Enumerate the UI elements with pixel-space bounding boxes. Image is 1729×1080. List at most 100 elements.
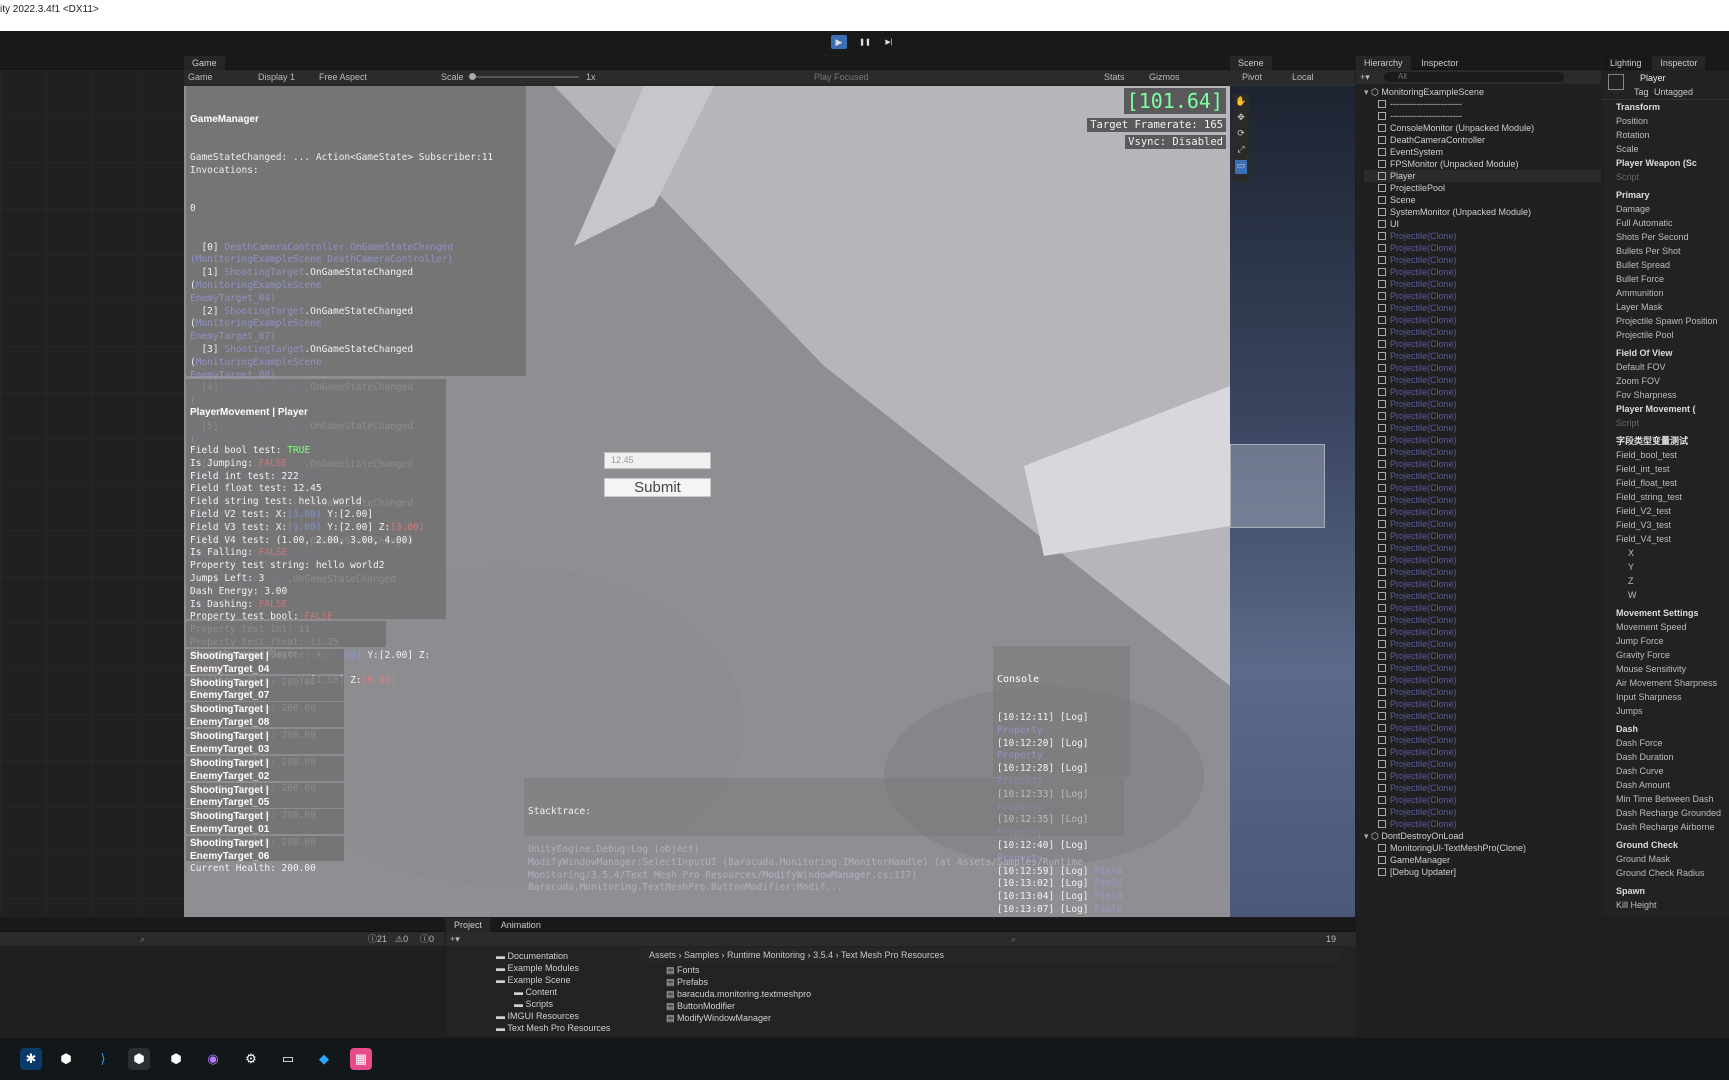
hierarchy-item-clone[interactable]: Projectile(Clone) [1364,410,1601,422]
project-folder[interactable]: ▬ Content [496,986,646,998]
hierarchy-item-clone[interactable]: Projectile(Clone) [1364,614,1601,626]
hierarchy-item-clone[interactable]: Projectile(Clone) [1364,506,1601,518]
hierarchy-item-clone[interactable]: Projectile(Clone) [1364,782,1601,794]
create-icon[interactable]: +▾ [450,932,460,946]
hierarchy-item-clone[interactable]: Projectile(Clone) [1364,770,1601,782]
warning-count[interactable]: ⚠0 [395,932,408,946]
hierarchy-item-clone[interactable]: Projectile(Clone) [1364,254,1601,266]
hierarchy-item-clone[interactable]: Projectile(Clone) [1364,362,1601,374]
hierarchy-item[interactable]: SystemMonitor (Unpacked Module) [1364,206,1601,218]
transform-header[interactable]: Transform [1602,100,1729,114]
breadcrumb-item[interactable]: Runtime Monitoring [727,950,805,960]
breadcrumb-item[interactable]: 3.5.4 [813,950,833,960]
add-icon[interactable]: +▾ [1360,70,1370,84]
scale-slider-thumb[interactable] [469,73,476,80]
hierarchy-item-clone[interactable]: Projectile(Clone) [1364,542,1601,554]
explorer-icon[interactable]: ▭ [277,1048,299,1070]
hierarchy-item[interactable]: ConsoleMonitor (Unpacked Module) [1364,122,1601,134]
hierarchy-item-clone[interactable]: Projectile(Clone) [1364,434,1601,446]
tab-animation[interactable]: Animation [493,918,549,932]
app-icon-9[interactable]: ◆ [313,1048,335,1070]
weapon-component-header[interactable]: Player Weapon (Sc [1602,156,1729,170]
hierarchy-item[interactable]: Player [1364,170,1601,182]
message-count[interactable]: ⓘ0 [420,932,434,946]
project-file[interactable]: ▤ Fonts [666,964,966,976]
hierarchy-item[interactable]: ------------------------ [1364,110,1601,122]
hand-tool-icon[interactable]: ✋ [1235,96,1247,110]
hierarchy-item-clone[interactable]: Projectile(Clone) [1364,734,1601,746]
hierarchy-item[interactable]: ProjectilePool [1364,182,1601,194]
hierarchy-item-clone[interactable]: Projectile(Clone) [1364,674,1601,686]
hierarchy-item-clone[interactable]: Projectile(Clone) [1364,566,1601,578]
hierarchy-item[interactable]: EventSystem [1364,146,1601,158]
hierarchy-item-clone[interactable]: Projectile(Clone) [1364,386,1601,398]
hierarchy-item-clone[interactable]: Projectile(Clone) [1364,230,1601,242]
hierarchy-item-clone[interactable]: Projectile(Clone) [1364,530,1601,542]
hierarchy-item-clone[interactable]: Projectile(Clone) [1364,662,1601,674]
stats-button[interactable]: Stats [1104,70,1125,84]
project-folder[interactable]: ▬ Documentation [496,950,646,962]
hierarchy-item-clone[interactable]: Projectile(Clone) [1364,746,1601,758]
hierarchy-item-clone[interactable]: Projectile(Clone) [1364,398,1601,410]
value-input[interactable]: 12.45 [604,452,711,469]
hierarchy-item-clone[interactable]: Projectile(Clone) [1364,710,1601,722]
settings-icon[interactable]: ⚙ [240,1048,262,1070]
hierarchy-item[interactable]: FPSMonitor (Unpacked Module) [1364,158,1601,170]
breadcrumb-item[interactable]: Samples [684,950,719,960]
rect-tool-icon[interactable]: ▭ [1235,160,1247,174]
hierarchy-item[interactable]: [Debug Updater] [1364,866,1601,878]
breadcrumb-item[interactable]: Text Mesh Pro Resources [841,950,944,960]
project-folder[interactable]: ▬ Example Modules [496,962,646,974]
hierarchy-item-clone[interactable]: Projectile(Clone) [1364,482,1601,494]
gizmos-dropdown[interactable]: Gizmos [1149,70,1180,84]
hierarchy-item-clone[interactable]: Projectile(Clone) [1364,290,1601,302]
scene-viewport[interactable]: ✋ ✥ ⟳ ⤢ ▭ [1230,86,1355,917]
step-button[interactable]: ▶| [881,35,897,49]
github-icon[interactable]: ◉ [202,1048,224,1070]
hierarchy-item-clone[interactable]: Projectile(Clone) [1364,266,1601,278]
hierarchy-item-clone[interactable]: Projectile(Clone) [1364,602,1601,614]
submit-button[interactable]: Submit [604,478,711,497]
hierarchy-item-clone[interactable]: Projectile(Clone) [1364,638,1601,650]
hierarchy-item[interactable]: ------------------------ [1364,98,1601,110]
rotate-tool-icon[interactable]: ⟳ [1235,128,1247,142]
hierarchy-item-clone[interactable]: Projectile(Clone) [1364,314,1601,326]
project-folder[interactable]: ▬ IMGUI Resources [496,1010,646,1022]
hierarchy-item-clone[interactable]: Projectile(Clone) [1364,326,1601,338]
hierarchy-item-clone[interactable]: Projectile(Clone) [1364,794,1601,806]
hierarchy-item-clone[interactable]: Projectile(Clone) [1364,758,1601,770]
hierarchy-item-clone[interactable]: Projectile(Clone) [1364,698,1601,710]
hierarchy-item-clone[interactable]: Projectile(Clone) [1364,806,1601,818]
project-folder[interactable]: ▬ Scripts [496,998,646,1010]
pause-button[interactable]: ❚❚ [857,35,873,49]
hierarchy-item-clone[interactable]: Projectile(Clone) [1364,458,1601,470]
project-file[interactable]: ▤ baracuda.monitoring.textmeshpro [666,988,966,1000]
unity-editor-icon[interactable]: ⬢ [128,1048,150,1070]
hierarchy-item-clone[interactable]: Projectile(Clone) [1364,374,1601,386]
dontdestroy-root[interactable]: ▾ ⬡ DontDestroyOnLoad [1364,830,1601,842]
hierarchy-item[interactable]: DeathCameraController [1364,134,1601,146]
hierarchy-item-clone[interactable]: Projectile(Clone) [1364,470,1601,482]
tab-inspector-secondary[interactable]: Inspector [1413,56,1466,70]
hierarchy-item-clone[interactable]: Projectile(Clone) [1364,422,1601,434]
project-file[interactable]: ▤ Prefabs [666,976,966,988]
tab-hierarchy[interactable]: Hierarchy [1356,56,1411,70]
hierarchy-item-clone[interactable]: Projectile(Clone) [1364,242,1601,254]
scale-tool-icon[interactable]: ⤢ [1235,144,1247,158]
tab-scene[interactable]: Scene [1230,56,1272,70]
tab-inspector[interactable]: Inspector [1652,56,1706,70]
hierarchy-item[interactable]: MonitoringUI-TextMeshPro(Clone) [1364,842,1601,854]
hierarchy-item-clone[interactable]: Projectile(Clone) [1364,722,1601,734]
hierarchy-item-clone[interactable]: Projectile(Clone) [1364,686,1601,698]
hierarchy-item-clone[interactable]: Projectile(Clone) [1364,578,1601,590]
hierarchy-item-clone[interactable]: Projectile(Clone) [1364,554,1601,566]
project-file[interactable]: ▤ ModifyWindowManager [666,1012,966,1024]
play-button[interactable]: ▶ [831,35,847,49]
unity-icon-2[interactable]: ⬢ [165,1048,187,1070]
hierarchy-item-clone[interactable]: Projectile(Clone) [1364,494,1601,506]
breadcrumb-item[interactable]: Assets [649,950,676,960]
pivot-dropdown[interactable]: Pivot [1242,70,1262,84]
local-dropdown[interactable]: Local [1292,70,1314,84]
hierarchy-item-clone[interactable]: Projectile(Clone) [1364,302,1601,314]
hierarchy-item-clone[interactable]: Projectile(Clone) [1364,818,1601,830]
